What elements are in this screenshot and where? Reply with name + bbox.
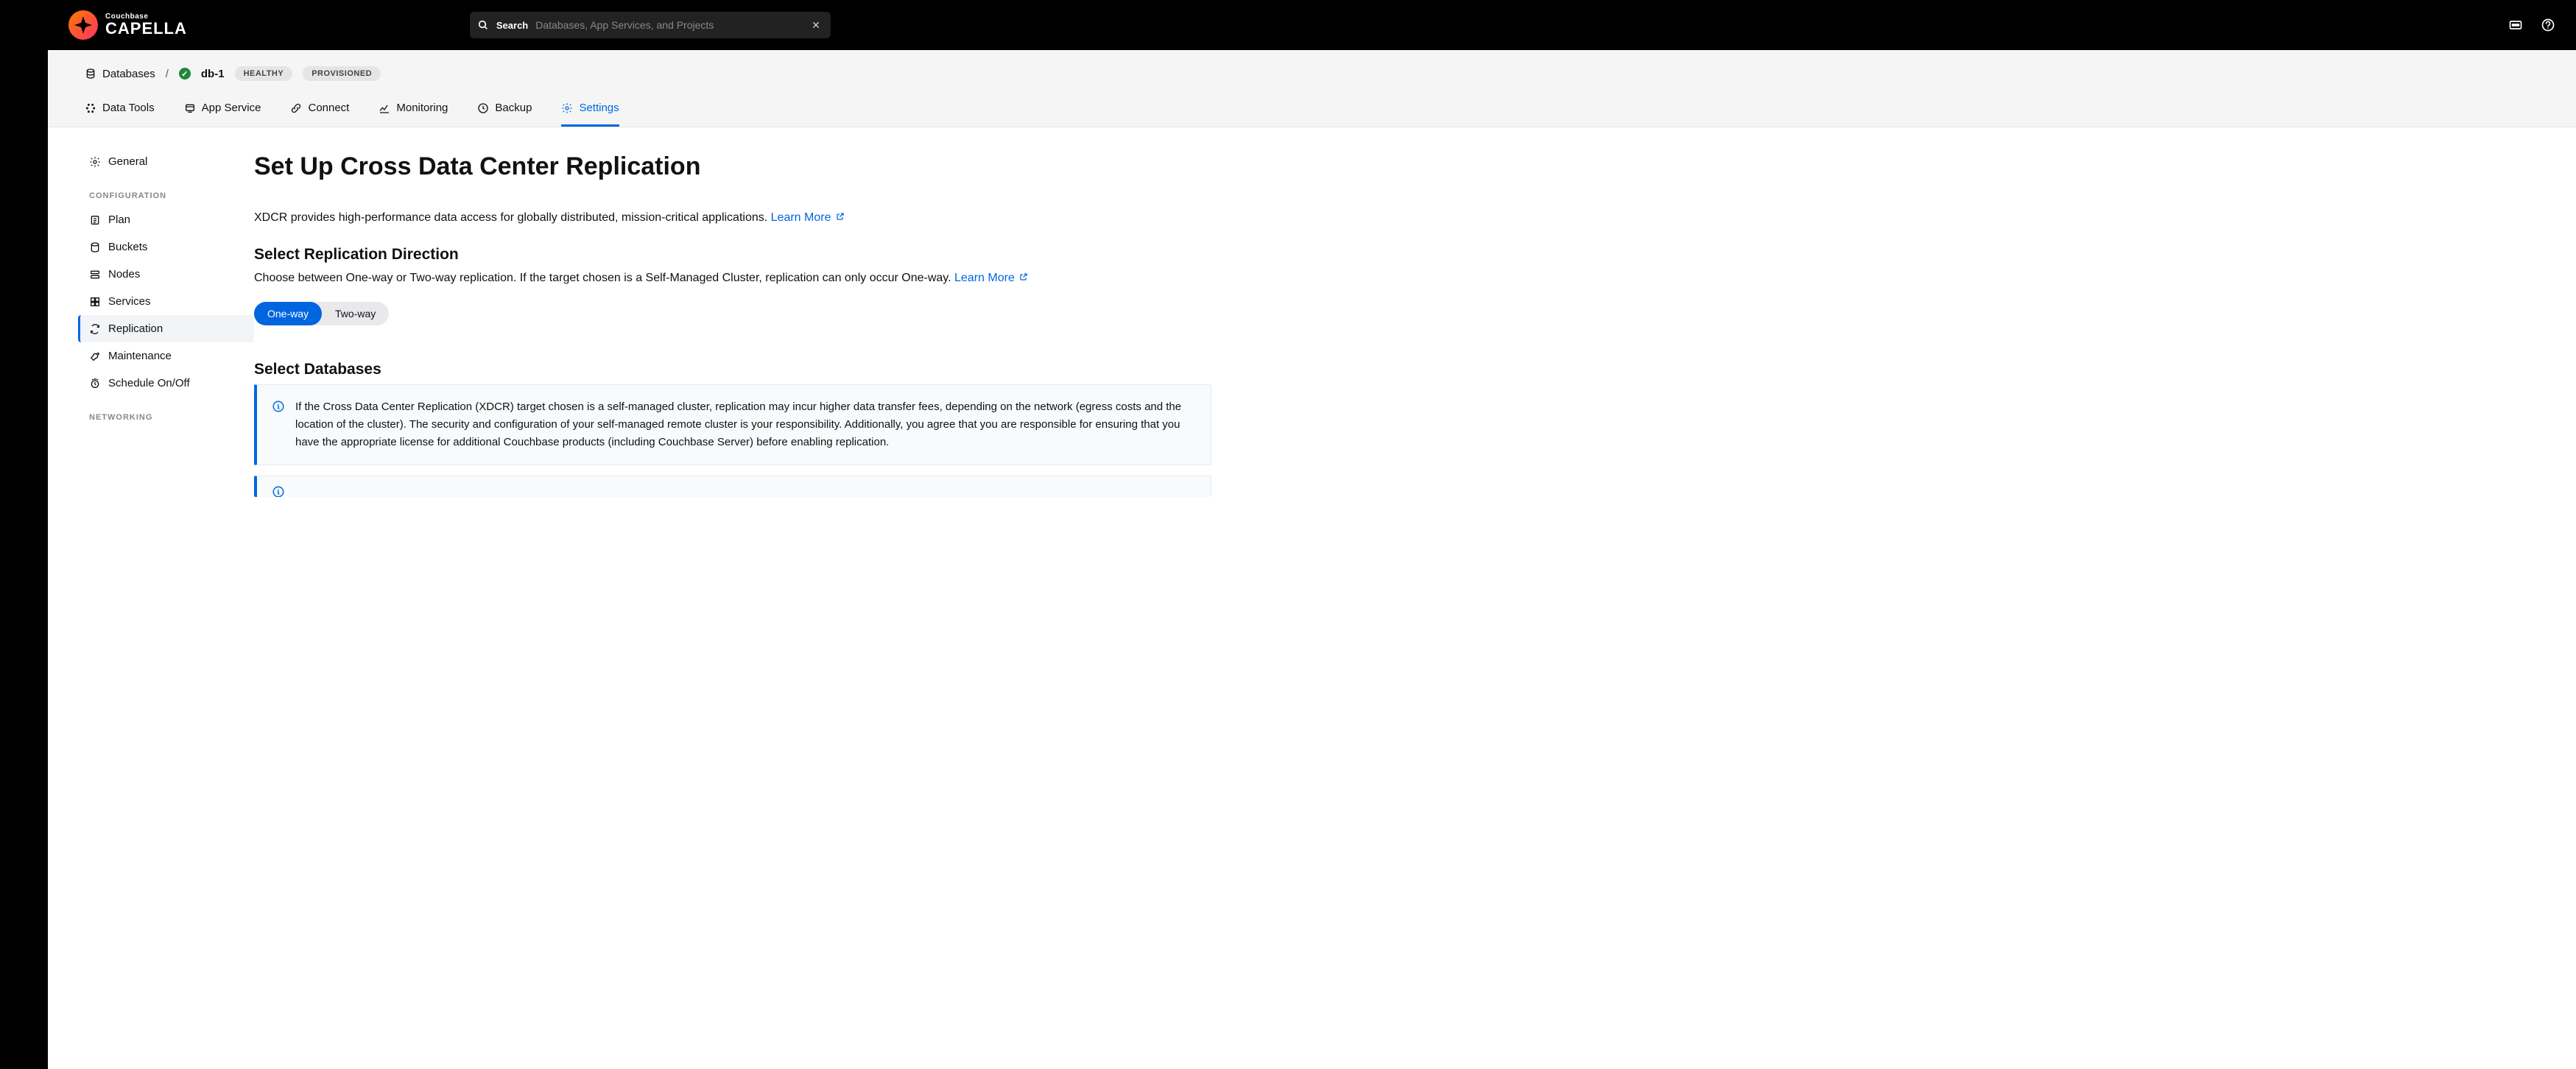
database-icon — [85, 68, 96, 80]
sidebar-item-label: General — [108, 155, 147, 168]
search-icon — [477, 19, 489, 31]
credits-icon[interactable] — [2508, 18, 2523, 32]
direction-toggle: One-way Two-way — [254, 302, 389, 325]
sidebar-item-general[interactable]: General — [80, 148, 254, 175]
search-bar[interactable]: Search ✕ — [470, 12, 831, 38]
status-check-icon: ✓ — [179, 68, 191, 80]
search-input[interactable] — [535, 19, 801, 31]
connect-icon — [290, 102, 302, 114]
subheader: Databases / ✓ db-1 HEALTHY PROVISIONED D… — [48, 50, 2576, 127]
breadcrumb-databases[interactable]: Databases — [85, 68, 155, 80]
maintenance-icon — [89, 350, 101, 362]
learn-more-direction-link[interactable]: Learn More — [954, 272, 1028, 284]
sidebar-section-config: CONFIGURATION — [80, 175, 254, 206]
breadcrumb-db-name[interactable]: db-1 — [201, 68, 225, 80]
tab-data-tools[interactable]: Data Tools — [85, 102, 155, 127]
health-badge: HEALTHY — [235, 66, 293, 81]
tab-settings[interactable]: Settings — [561, 102, 619, 127]
sidebar-item-label: Replication — [108, 322, 163, 335]
sidebar-item-buckets[interactable]: Buckets — [80, 233, 254, 261]
sidebar-item-services[interactable]: Services — [80, 288, 254, 315]
bucket-icon — [89, 241, 101, 253]
monitoring-icon — [379, 102, 390, 114]
services-icon — [89, 296, 101, 308]
direction-heading: Select Replication Direction — [254, 246, 1211, 264]
tab-app-service[interactable]: App Service — [184, 102, 261, 127]
help-icon[interactable] — [2541, 18, 2555, 32]
sidebar-item-nodes[interactable]: Nodes — [80, 261, 254, 288]
gear-icon — [89, 156, 101, 168]
sidebar-item-maintenance[interactable]: Maintenance — [80, 342, 254, 370]
breadcrumb: Databases / ✓ db-1 HEALTHY PROVISIONED — [48, 50, 2576, 91]
info-icon — [272, 485, 285, 497]
provision-badge: PROVISIONED — [303, 66, 381, 81]
info-text: If the Cross Data Center Replication (XD… — [295, 398, 1196, 451]
sidebar-section-networking: NETWORKING — [80, 397, 254, 428]
tab-connect[interactable]: Connect — [290, 102, 349, 127]
sidebar-item-label: Buckets — [108, 241, 147, 253]
tab-row: Data Tools App Service Connect Monitorin… — [48, 91, 2576, 127]
left-rail — [0, 0, 48, 1069]
info-box-xdcr: If the Cross Data Center Replication (XD… — [254, 384, 1211, 465]
sidebar-item-replication[interactable]: Replication — [78, 315, 254, 342]
external-link-icon — [836, 212, 845, 221]
intro-paragraph: XDCR provides high-performance data acce… — [254, 209, 1211, 227]
app-service-icon — [184, 102, 196, 114]
search-label: Search — [496, 20, 528, 31]
databases-heading: Select Databases — [254, 361, 1211, 378]
tab-monitoring[interactable]: Monitoring — [379, 102, 448, 127]
direction-sub: Choose between One-way or Two-way replic… — [254, 269, 1211, 287]
learn-more-link[interactable]: Learn More — [771, 211, 845, 224]
main-content: Set Up Cross Data Center Replication XDC… — [254, 127, 1211, 1069]
backup-icon — [477, 102, 489, 114]
topbar: Couchbase CAPELLA Search ✕ — [48, 0, 2576, 50]
plan-icon — [89, 214, 101, 226]
toggle-one-way[interactable]: One-way — [254, 302, 322, 325]
sidebar-item-label: Plan — [108, 214, 130, 226]
breadcrumb-separator: / — [166, 68, 169, 80]
logo-maintext: CAPELLA — [105, 21, 187, 37]
info-icon — [272, 400, 285, 413]
settings-sidebar: General CONFIGURATION Plan Buckets Nodes — [48, 127, 254, 1069]
tab-backup[interactable]: Backup — [477, 102, 532, 127]
schedule-icon — [89, 378, 101, 389]
sidebar-item-label: Services — [108, 295, 151, 308]
capella-logo-icon — [68, 10, 98, 40]
sidebar-item-label: Schedule On/Off — [108, 377, 190, 389]
settings-icon — [561, 102, 573, 114]
replication-icon — [89, 323, 101, 335]
toggle-two-way[interactable]: Two-way — [322, 302, 389, 325]
sidebar-item-label: Maintenance — [108, 350, 172, 362]
page-title: Set Up Cross Data Center Replication — [254, 152, 1211, 181]
info-box-partial — [254, 476, 1211, 497]
nodes-icon — [89, 269, 101, 281]
sidebar-item-plan[interactable]: Plan — [80, 206, 254, 233]
sidebar-item-label: Nodes — [108, 268, 140, 281]
search-clear-icon[interactable]: ✕ — [809, 19, 823, 32]
data-tools-icon — [85, 102, 96, 114]
external-link-icon — [1019, 272, 1028, 281]
sidebar-item-schedule[interactable]: Schedule On/Off — [80, 370, 254, 397]
logo[interactable]: Couchbase CAPELLA — [68, 10, 187, 40]
